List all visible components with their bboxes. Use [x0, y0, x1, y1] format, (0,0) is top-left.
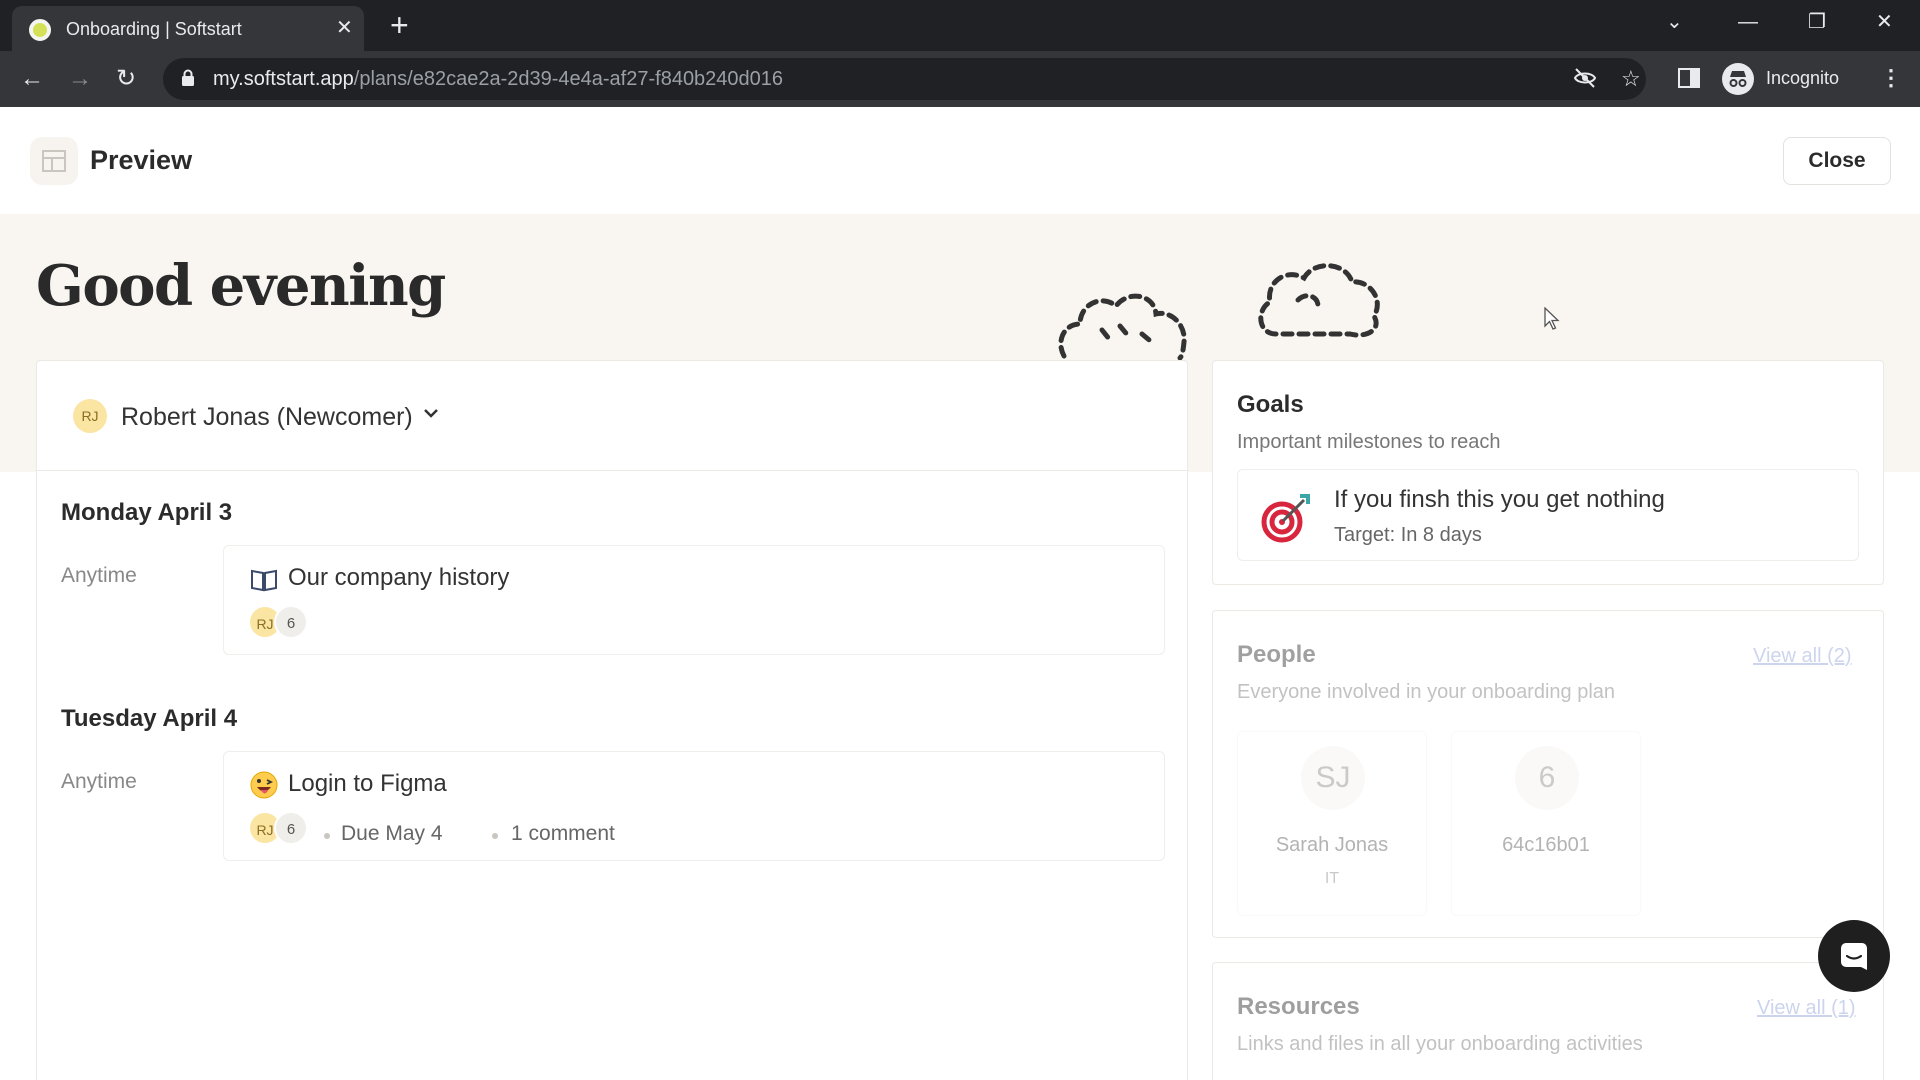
- layout-icon: [30, 137, 78, 185]
- browser-tab-strip: Onboarding | Softstart ✕ + ⌄ — ❐ ✕: [0, 0, 1920, 51]
- reload-icon[interactable]: ↻: [116, 64, 136, 94]
- task-title: Our company history: [288, 564, 510, 591]
- minimize-icon[interactable]: —: [1738, 10, 1758, 34]
- due-date: Due May 4: [341, 822, 443, 845]
- person-selector[interactable]: RJ Robert Jonas (Newcomer): [37, 361, 1187, 471]
- goals-title: Goals: [1237, 391, 1304, 418]
- incognito-icon[interactable]: [1722, 63, 1754, 95]
- assignee-count-badge: 6: [274, 605, 308, 639]
- greeting-heading: Good evening: [36, 253, 446, 319]
- avatar: RJ: [73, 399, 107, 433]
- person-name: 64c16b01: [1502, 834, 1590, 856]
- goals-subtitle: Important milestones to reach: [1237, 431, 1501, 453]
- avatar: SJ: [1301, 746, 1365, 810]
- person-tile[interactable]: SJ Sarah Jonas IT: [1237, 731, 1427, 916]
- mouse-cursor-icon: [1544, 307, 1560, 330]
- person-tile[interactable]: 6 64c16b01: [1451, 731, 1641, 916]
- goals-card: Goals Important milestones to reach If y…: [1212, 360, 1884, 585]
- people-title: People: [1237, 641, 1316, 668]
- browser-toolbar: ← → ↻ my.softstart.app/plans/e82cae2a-2d…: [0, 51, 1920, 107]
- eye-slash-icon[interactable]: [1573, 66, 1597, 96]
- back-arrow-icon[interactable]: ←: [20, 64, 44, 94]
- address-bar[interactable]: my.softstart.app/plans/e82cae2a-2d39-4e4…: [163, 58, 1646, 100]
- schedule-card: RJ Robert Jonas (Newcomer) Monday April …: [36, 360, 1188, 1080]
- time-label: Anytime: [61, 564, 137, 587]
- bookmark-star-icon[interactable]: ☆: [1621, 66, 1641, 92]
- day-heading: Tuesday April 4: [61, 705, 238, 732]
- tab-title: Onboarding | Softstart: [66, 19, 242, 39]
- page-title: Preview: [90, 145, 193, 175]
- time-label: Anytime: [61, 770, 137, 793]
- resources-subtitle: Links and files in all your onboarding a…: [1237, 1033, 1643, 1055]
- close-button[interactable]: Close: [1783, 137, 1891, 185]
- assignee-count-badge: 6: [274, 811, 308, 845]
- forward-arrow-icon[interactable]: →: [68, 64, 92, 94]
- softstart-favicon-icon: [29, 19, 51, 41]
- people-subtitle: Everyone involved in your onboarding pla…: [1237, 681, 1616, 703]
- browser-tab[interactable]: Onboarding | Softstart ✕: [12, 6, 364, 51]
- book-icon: [251, 569, 277, 592]
- chat-icon: [1841, 943, 1867, 970]
- task-title: Login to Figma: [288, 770, 447, 797]
- avatar: 6: [1515, 746, 1579, 810]
- bullseye-icon: [1261, 494, 1310, 543]
- person-name: Robert Jonas (Newcomer): [121, 403, 413, 431]
- window-close-icon[interactable]: ✕: [1876, 10, 1893, 34]
- comment-count[interactable]: 1 comment: [511, 822, 615, 846]
- day-heading: Monday April 3: [61, 499, 233, 526]
- restore-icon[interactable]: ❐: [1808, 10, 1826, 34]
- task-card[interactable]: Our company history RJ 6: [223, 545, 1165, 655]
- resources-title: Resources: [1237, 993, 1360, 1020]
- incognito-label[interactable]: Incognito: [1766, 68, 1839, 89]
- chat-launcher-button[interactable]: [1818, 920, 1890, 992]
- close-tab-icon[interactable]: ✕: [336, 16, 353, 40]
- resources-view-all-link[interactable]: View all (1): [1757, 997, 1856, 1020]
- app-header: Preview Close: [0, 107, 1920, 214]
- chevron-down-icon[interactable]: [423, 407, 439, 419]
- side-panel-icon[interactable]: [1678, 68, 1700, 88]
- lock-icon: [182, 69, 194, 86]
- goal-text: If you finsh this you get nothing: [1334, 486, 1665, 513]
- goal-item[interactable]: If you finsh this you get nothing Target…: [1237, 469, 1859, 561]
- person-role: IT: [1324, 870, 1340, 887]
- url-text: my.softstart.app/plans/e82cae2a-2d39-4e4…: [213, 68, 784, 90]
- cloud-doodle-icon: [1058, 293, 1187, 360]
- goal-target: Target: In 8 days: [1334, 524, 1482, 546]
- resources-card: Resources Links and files in all your on…: [1212, 962, 1884, 1080]
- person-name: Sarah Jonas: [1275, 834, 1389, 856]
- people-card: People Everyone involved in your onboard…: [1212, 610, 1884, 938]
- new-tab-icon[interactable]: +: [390, 8, 409, 42]
- cloud-doodle-icon: [1258, 263, 1380, 338]
- separator-dot: [324, 833, 330, 839]
- tab-search-chevron-icon[interactable]: ⌄: [1666, 10, 1683, 34]
- people-view-all-link[interactable]: View all (2): [1753, 645, 1852, 668]
- separator-dot: [492, 833, 498, 839]
- browser-menu-icon[interactable]: ⋮: [1880, 63, 1902, 93]
- grinning-face-icon: [250, 771, 278, 799]
- task-card[interactable]: Login to Figma RJ 6 Due May 4 1 comment: [223, 751, 1165, 861]
